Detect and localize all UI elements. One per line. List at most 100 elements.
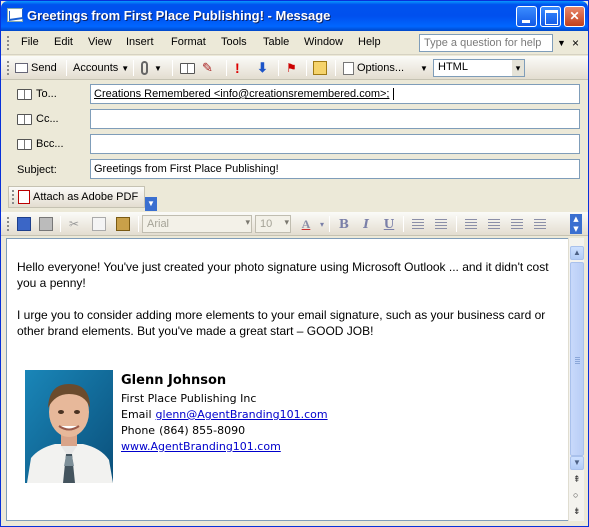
increase-indent-icon[interactable] [534,219,546,229]
bcc-button[interactable]: Bcc... [17,138,64,150]
font-color-button[interactable]: A [298,216,314,232]
signature-photo [25,370,113,483]
maximize-button[interactable] [540,6,561,27]
signature-website-row: www.AgentBranding101.com [121,440,281,453]
options-icon [343,61,354,75]
toolbar-separator [172,60,173,76]
toolbar-separator [60,216,61,232]
check-names-button[interactable]: ✎ [202,60,219,76]
toolbar-separator [278,60,279,76]
envelope-lock-icon [313,61,327,75]
toolbar-grip[interactable] [7,217,10,231]
signature-phone-row: Phone (864) 855-8090 [121,424,245,437]
bold-button[interactable]: B [336,216,352,232]
options-button[interactable]: Options... [343,60,404,76]
cc-button[interactable]: Cc... [17,113,59,125]
numbered-list-icon[interactable] [465,219,477,229]
vertical-scrollbar[interactable]: ▲ ▼ ⇞ ○ ⇟ [568,238,584,521]
italic-button[interactable]: I [358,216,374,232]
menu-insert[interactable]: Insert [126,36,154,48]
align-left-icon[interactable] [412,219,424,229]
menu-bar: File Edit View Insert Format Tools Table… [1,31,588,55]
signature-website-link[interactable]: www.AgentBranding101.com [121,440,281,453]
cut-button[interactable]: ✂ [69,216,79,232]
send-icon [15,63,28,73]
low-importance-button[interactable]: ⬇ [257,60,268,76]
signature-name: Glenn Johnson [121,373,227,388]
options-dropdown[interactable]: ▼ [417,60,428,76]
high-importance-button[interactable]: ! [235,60,240,76]
attach-as-pdf-button[interactable]: Attach as Adobe PDF [18,189,138,205]
scroll-up-button[interactable]: ▲ [570,246,584,260]
scroll-thumb[interactable] [570,262,584,456]
menu-file[interactable]: File [21,36,39,48]
menu-view[interactable]: View [88,36,112,48]
copy-button[interactable] [92,216,109,232]
address-book-icon [17,113,32,125]
message-header-fields: To... Creations Remembered <info@creatio… [1,81,588,183]
menu-table[interactable]: Table [263,36,289,48]
font-color-dropdown[interactable]: ▾ [314,216,330,232]
attach-file-button[interactable]: ▼ [141,60,162,76]
previous-page-icon[interactable]: ⇞ [573,474,581,485]
signature-email-label: Email [121,408,152,421]
paste-button[interactable] [116,216,133,232]
toolbar-options-dropdown[interactable]: ▲ ▼ [570,214,582,234]
message-format-select[interactable]: HTML [433,59,525,77]
signature-company: First Place Publishing Inc [121,392,257,405]
minimize-button[interactable] [516,6,537,27]
help-dropdown-icon[interactable]: ▼ [557,38,566,48]
save-button[interactable] [17,216,34,232]
exclamation-icon: ! [235,60,240,76]
body-paragraph-1: Hello everyone! You've just created your… [17,260,549,290]
adobe-pdf-toolbar: Attach as Adobe PDF [8,186,145,208]
font-name-select[interactable]: Arial [142,215,252,233]
body-paragraph-2: I urge you to consider adding more eleme… [17,308,546,338]
toolbar-separator [335,60,336,76]
title-bar[interactable]: Greetings from First Place Publishing! -… [1,1,588,31]
menu-format[interactable]: Format [171,36,206,48]
print-button[interactable] [39,216,56,232]
toolbar-separator [403,216,404,232]
attach-as-pdf-label: Attach as Adobe PDF [33,191,139,203]
help-search-input[interactable]: Type a question for help [419,34,553,52]
decrease-indent-icon[interactable] [511,219,523,229]
signature-email-link[interactable]: glenn@AgentBranding101.com [156,408,328,421]
toolbar-grip[interactable] [7,36,10,50]
next-page-icon[interactable]: ⇟ [573,506,581,517]
close-button[interactable]: ✕ [564,6,585,27]
toolbar-separator [226,60,227,76]
to-field[interactable]: Creations Remembered <info@creationsreme… [90,84,580,104]
floppy-disk-icon [17,217,31,231]
send-button[interactable]: Send [15,60,57,76]
envelope-icon [7,8,23,22]
standard-toolbar: Send Accounts ▼ ▼ ✎ ! ⬇ ⚑ Options... ▼ H… [1,56,588,80]
to-button[interactable]: To... [17,88,57,100]
permissions-button[interactable] [313,60,330,76]
subject-field[interactable]: Greetings from First Place Publishing! [90,159,580,179]
align-right-icon[interactable] [435,219,447,229]
bulleted-list-icon[interactable] [488,219,500,229]
select-browse-object-icon[interactable]: ○ [573,490,578,500]
toolbar-grip[interactable] [7,61,10,75]
toolbar-grip[interactable] [12,190,15,204]
font-size-select[interactable]: 10 [255,215,291,233]
toolbar-options-dropdown[interactable]: ▼ [145,197,157,211]
to-label: To... [36,88,57,100]
paperclip-icon [141,61,148,75]
cc-field[interactable] [90,109,580,129]
menu-window[interactable]: Window [304,36,343,48]
address-book-button[interactable] [180,60,199,76]
menu-help[interactable]: Help [358,36,381,48]
menu-tools[interactable]: Tools [221,36,247,48]
accounts-button[interactable]: Accounts ▼ [73,60,129,76]
scroll-down-button[interactable]: ▼ [570,456,584,470]
to-recipient[interactable]: Creations Remembered <info@creationsreme… [94,88,389,100]
bcc-field[interactable] [90,134,580,154]
underline-button[interactable]: U [381,216,397,232]
follow-up-button[interactable]: ⚑ [286,60,297,76]
menu-edit[interactable]: Edit [54,36,73,48]
close-document-icon[interactable]: × [572,36,579,50]
chevron-down-icon: ▼ [121,63,130,73]
window-title: Greetings from First Place Publishing! -… [27,8,331,23]
